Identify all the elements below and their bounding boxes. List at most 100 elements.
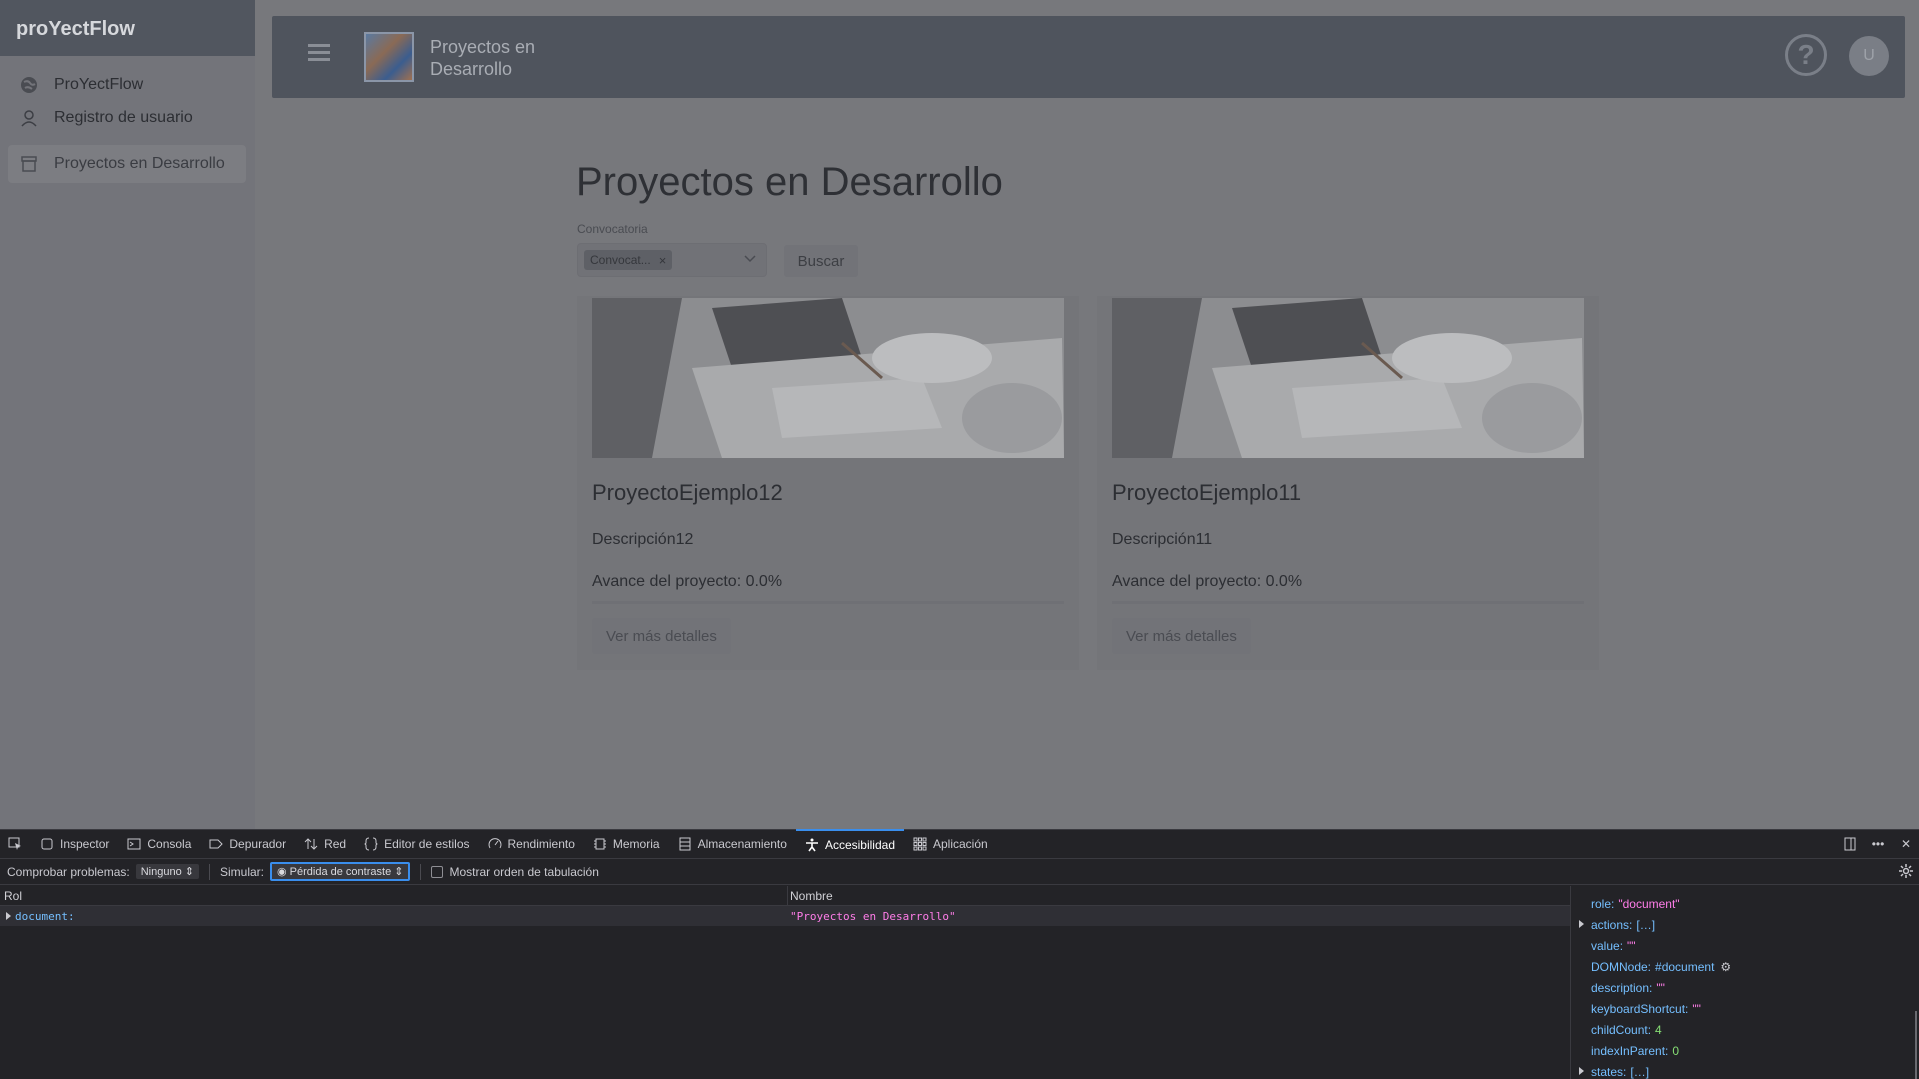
- project-image: [1112, 298, 1584, 458]
- expand-arrow-icon[interactable]: [1579, 920, 1584, 928]
- project-description: Descripción12: [592, 531, 694, 548]
- element-picker-icon[interactable]: [0, 829, 31, 859]
- avatar[interactable]: U: [1849, 36, 1889, 76]
- tab-console[interactable]: Consola: [118, 829, 200, 859]
- sidebar-item-proyectos-desarrollo[interactable]: Proyectos en Desarrollo: [8, 145, 246, 183]
- property-description[interactable]: description: "": [1571, 977, 1919, 998]
- prop-value: […]: [1630, 1064, 1650, 1079]
- convocatoria-select[interactable]: Convocat... ×: [577, 243, 767, 277]
- property-states[interactable]: states: […]: [1571, 1061, 1919, 1079]
- chip-close-icon[interactable]: ×: [659, 253, 667, 268]
- check-issues-label: Comprobar problemas:: [7, 864, 130, 879]
- tab-inspector[interactable]: Inspector: [31, 829, 118, 859]
- memory-icon: [593, 838, 606, 850]
- tab-storage[interactable]: Almacenamiento: [669, 829, 796, 859]
- storage-icon: [679, 837, 691, 851]
- properties-panel: role: "document" actions: […] value: "" DOM…: [1570, 886, 1919, 1079]
- property-index-in-parent[interactable]: indexInParent: 0: [1571, 1040, 1919, 1061]
- search-button[interactable]: Buscar: [784, 245, 858, 277]
- devtools-panel: Inspector Consola Depurador Red Editor d…: [0, 829, 1919, 1079]
- performance-icon: [488, 838, 501, 849]
- tab-order-checkbox[interactable]: [431, 865, 444, 878]
- filter-chip: Convocat... ×: [584, 250, 673, 270]
- property-domnode[interactable]: DOMNode: #document ⚙: [1571, 956, 1919, 977]
- tab-network[interactable]: Red: [295, 829, 355, 859]
- prop-value: #document: [1655, 959, 1715, 974]
- help-icon[interactable]: ?: [1785, 34, 1827, 76]
- project-image: [592, 298, 1064, 458]
- hamburger-menu-icon[interactable]: [308, 44, 330, 70]
- prop-key: childCount:: [1591, 1022, 1652, 1037]
- project-name: ProyectoEjemplo11: [1112, 480, 1302, 505]
- tab-application[interactable]: Aplicación: [904, 829, 997, 859]
- tab-label: Aplicación: [933, 837, 988, 851]
- accessibility-icon: [805, 838, 818, 852]
- project-card: ProyectoEjemplo11 Descripción11 Avance d…: [1097, 296, 1599, 670]
- tab-style-editor[interactable]: Editor de estilos: [355, 829, 478, 859]
- property-actions[interactable]: actions: […]: [1571, 914, 1919, 935]
- divider: [420, 863, 422, 880]
- application-icon: [913, 837, 927, 851]
- property-child-count[interactable]: childCount: 4: [1571, 1019, 1919, 1040]
- devtools-toolbar: Inspector Consola Depurador Red Editor d…: [0, 829, 1919, 859]
- tab-memory[interactable]: Memoria: [584, 829, 669, 859]
- close-icon[interactable]: ✕: [1899, 837, 1913, 851]
- details-button[interactable]: Ver más detalles: [1112, 618, 1251, 654]
- column-name[interactable]: Nombre: [788, 889, 833, 903]
- console-icon: [127, 838, 141, 850]
- tab-debugger[interactable]: Depurador: [200, 829, 295, 859]
- filter-label: Convocatoria: [577, 222, 648, 236]
- app-viewport: proYectFlow ProYectFlow Registro de usua…: [0, 0, 1919, 829]
- prop-key: actions:: [1591, 917, 1633, 932]
- filter-chip-label: Convocat...: [590, 253, 651, 267]
- scrollbar[interactable]: [1915, 1011, 1917, 1079]
- prop-key: keyboardShortcut:: [1591, 1001, 1689, 1016]
- property-keyboard-shortcut[interactable]: keyboardShortcut: "": [1571, 998, 1919, 1019]
- gear-icon[interactable]: [1899, 864, 1913, 878]
- topbar-title: Proyectos en Desarrollo: [430, 37, 536, 79]
- tab-label: Red: [324, 837, 347, 851]
- more-options-icon[interactable]: •••: [1871, 837, 1885, 851]
- accessibility-tree: Rol Nombre document: "Proyectos en Desar…: [0, 885, 1570, 1079]
- dock-icon[interactable]: [1843, 837, 1857, 851]
- project-name: ProyectoEjemplo12: [592, 480, 783, 505]
- simulate-select[interactable]: ◉ Pérdida de contraste ⇕: [270, 862, 411, 881]
- simulate-label: Simular:: [219, 864, 264, 879]
- tab-label: Accesibilidad: [824, 838, 895, 852]
- sidebar-item-registro-usuario[interactable]: Registro de usuario: [8, 99, 246, 137]
- app-logo: [364, 32, 414, 82]
- project-progress-label: Avance del proyecto: 0.0%: [592, 573, 783, 590]
- check-issues-value: Ninguno: [140, 866, 182, 878]
- tab-label: Inspector: [60, 837, 110, 851]
- tab-accessibility[interactable]: Accesibilidad: [795, 829, 904, 859]
- divider: [208, 863, 210, 880]
- prop-key: role:: [1591, 896, 1615, 911]
- simulate-value: Pérdida de contraste: [289, 866, 392, 878]
- eye-icon: ◉: [277, 866, 287, 878]
- tree-row[interactable]: document: "Proyectos en Desarrollo": [0, 906, 1570, 926]
- prop-key: states:: [1591, 1064, 1627, 1079]
- tab-label: Editor de estilos: [384, 837, 470, 851]
- tab-label: Almacenamiento: [697, 837, 787, 851]
- page-title: Proyectos en Desarrollo: [576, 160, 1003, 204]
- globe-icon: [18, 74, 40, 96]
- target-node-icon[interactable]: ⚙: [1720, 960, 1731, 974]
- chevron-down-icon[interactable]: [744, 253, 756, 265]
- property-role[interactable]: role: "document": [1571, 893, 1919, 914]
- details-button[interactable]: Ver más detalles: [592, 618, 731, 654]
- prop-value: "": [1627, 938, 1636, 953]
- project-card: ProyectoEjemplo12 Descripción12 Avance d…: [577, 296, 1079, 670]
- property-value[interactable]: value: "": [1571, 935, 1919, 956]
- expand-arrow-icon[interactable]: [1579, 1067, 1584, 1075]
- expand-arrow-icon[interactable]: [6, 912, 11, 920]
- sidebar-item-label: Proyectos en Desarrollo: [54, 155, 225, 172]
- row-name: "Proyectos en Desarrollo": [790, 909, 956, 923]
- debugger-icon: [209, 839, 224, 849]
- tab-label: Memoria: [612, 837, 660, 851]
- check-issues-select[interactable]: Ninguno ⇕: [135, 864, 199, 879]
- prop-value: "document": [1618, 896, 1680, 911]
- progress-bar: [1112, 601, 1584, 604]
- tab-performance[interactable]: Rendimiento: [479, 829, 584, 859]
- prop-value: "": [1692, 1001, 1701, 1016]
- column-role[interactable]: Rol: [0, 885, 788, 906]
